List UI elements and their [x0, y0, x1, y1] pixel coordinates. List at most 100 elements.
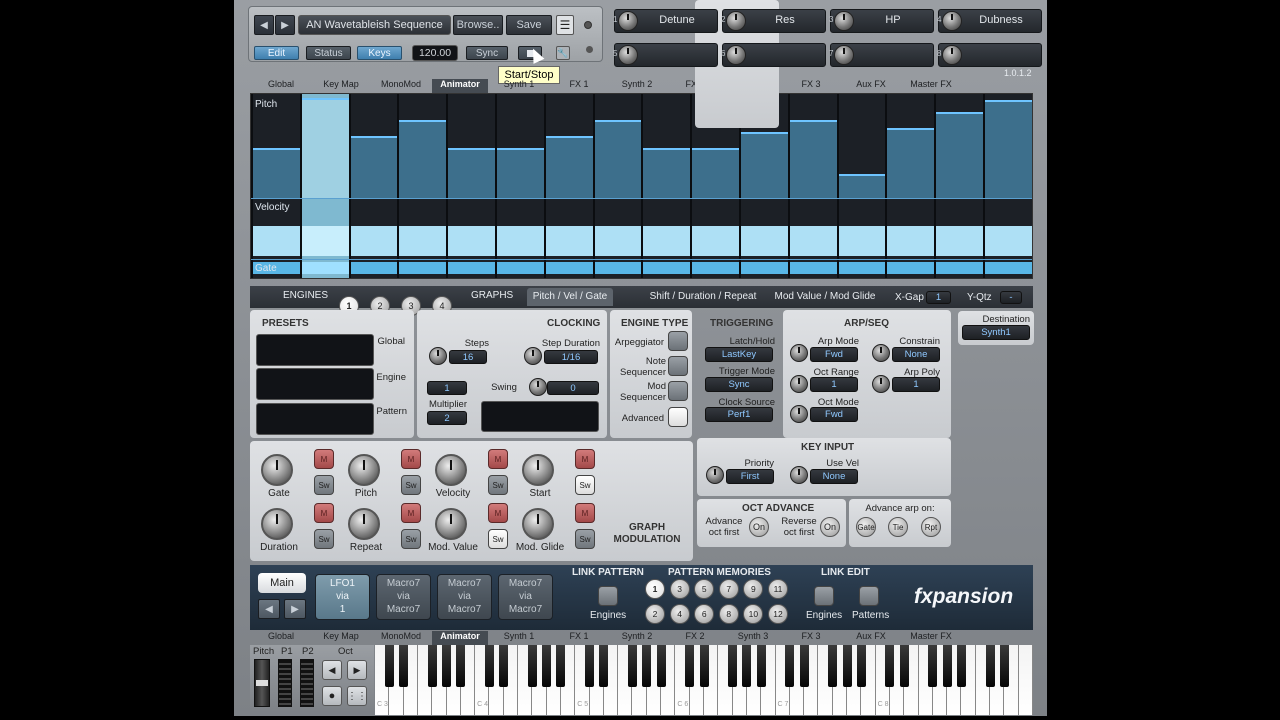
macro-knob[interactable]: [618, 45, 638, 65]
pattern-memory-1-button[interactable]: 1: [645, 579, 665, 599]
save-button[interactable]: Save: [506, 15, 552, 35]
pattern-preset-slot[interactable]: [256, 403, 374, 435]
black-key[interactable]: [642, 645, 652, 687]
tab-animator[interactable]: Animator: [432, 79, 488, 93]
arp-mode-knob[interactable]: [790, 344, 808, 362]
advance-on-gate-button[interactable]: Gate: [856, 517, 876, 537]
macro-knob[interactable]: [942, 11, 962, 31]
arp-poly-select[interactable]: 1: [892, 377, 940, 392]
use-vel-knob[interactable]: [790, 466, 808, 484]
black-key[interactable]: [956, 645, 966, 687]
black-key[interactable]: [627, 645, 637, 687]
oct-mode-select[interactable]: Fwd: [810, 407, 858, 422]
macro-knob[interactable]: [834, 11, 854, 31]
black-key[interactable]: [999, 645, 1009, 687]
use-vel-select[interactable]: None: [810, 469, 858, 484]
prev-preset-button[interactable]: ◀: [254, 15, 274, 35]
black-key[interactable]: [928, 645, 938, 687]
edit-button[interactable]: Edit: [254, 46, 299, 60]
preset-name-display[interactable]: AN Wavetableish Sequence: [298, 15, 451, 35]
black-key[interactable]: [828, 645, 838, 687]
graph-tab[interactable]: Pitch / Vel / Gate: [527, 288, 613, 306]
oct-up-button[interactable]: ▶: [347, 660, 367, 680]
black-key[interactable]: [699, 645, 709, 687]
mod-sw-button[interactable]: Sw: [488, 475, 508, 495]
yqtz-select[interactable]: -: [1000, 291, 1022, 304]
graph-step[interactable]: [253, 94, 300, 278]
mod-sw-button[interactable]: Sw: [575, 529, 595, 549]
tab-monomod[interactable]: MonoMod: [370, 631, 432, 645]
mod-sequencer-toggle[interactable]: [668, 381, 688, 401]
black-key[interactable]: [399, 645, 409, 687]
mod-m-button[interactable]: M: [575, 503, 595, 523]
graph-step[interactable]: [789, 94, 837, 278]
black-key[interactable]: [942, 645, 952, 687]
tab-fx-3[interactable]: FX 3: [782, 631, 840, 645]
browse-button[interactable]: Browse..: [453, 15, 503, 35]
graph-mod-knob[interactable]: [435, 454, 467, 486]
mod-slot[interactable]: Macro7 via Macro7: [376, 574, 431, 620]
tab-synth-2[interactable]: Synth 2: [608, 79, 666, 93]
tab-synth-1[interactable]: Synth 1: [488, 631, 550, 645]
tab-synth-1[interactable]: Synth 1: [488, 79, 550, 93]
tab-key-map[interactable]: Key Map: [312, 631, 370, 645]
sync-button[interactable]: Sync: [466, 46, 508, 60]
swing-knob[interactable]: [529, 378, 547, 396]
step-duration-select[interactable]: 1/16: [544, 350, 598, 364]
multiplier-select[interactable]: 2: [427, 411, 467, 425]
graph-step[interactable]: [936, 94, 983, 278]
graph-mod-knob[interactable]: [261, 454, 293, 486]
grid-icon[interactable]: ⋮⋮: [347, 686, 367, 706]
tab-fx-1[interactable]: FX 1: [550, 631, 608, 645]
graph-step[interactable]: [594, 94, 642, 278]
main-button[interactable]: Main: [258, 573, 306, 593]
mod-sw-button[interactable]: Sw: [314, 529, 334, 549]
arp-poly-knob[interactable]: [872, 375, 890, 393]
tab-global[interactable]: Global: [250, 79, 312, 93]
oct-mode-knob[interactable]: [790, 405, 808, 423]
pattern-memory-7-button[interactable]: 7: [718, 579, 739, 599]
black-key[interactable]: [756, 645, 766, 687]
black-key[interactable]: [885, 645, 895, 687]
link-edit-engines-button[interactable]: [814, 586, 834, 606]
mod-m-button[interactable]: M: [488, 503, 508, 523]
tab-synth-2[interactable]: Synth 2: [608, 631, 666, 645]
pattern-memory-2-button[interactable]: 2: [645, 604, 665, 624]
black-key[interactable]: [656, 645, 666, 687]
black-key[interactable]: [499, 645, 509, 687]
mod-sw-button[interactable]: Sw: [401, 475, 421, 495]
black-key[interactable]: [899, 645, 909, 687]
black-key[interactable]: [427, 645, 437, 687]
graph-step[interactable]: [838, 94, 886, 278]
advance-on-repeat-button[interactable]: Rpt: [921, 517, 941, 537]
link-pattern-engines-button[interactable]: [598, 586, 618, 606]
advance-on-tie-button[interactable]: Tie: [888, 517, 908, 537]
step-graph[interactable]: Pitch Velocity Gate: [250, 93, 1033, 279]
advance-oct-first-button[interactable]: On: [749, 517, 769, 537]
footer-prev-button[interactable]: ◀: [258, 599, 280, 619]
priority-knob[interactable]: [706, 466, 724, 484]
swing-value[interactable]: 0: [547, 381, 599, 395]
graph-mod-knob[interactable]: [348, 454, 380, 486]
black-key[interactable]: [442, 645, 452, 687]
tempo-display[interactable]: 120.00: [412, 45, 458, 61]
macro-knob[interactable]: [726, 45, 746, 65]
graph-step[interactable]: [448, 94, 495, 278]
steps-knob[interactable]: [429, 347, 447, 365]
black-key[interactable]: [799, 645, 809, 687]
black-key[interactable]: [685, 645, 695, 687]
mod-m-button[interactable]: M: [488, 449, 508, 469]
multiplier-a-select[interactable]: 1: [427, 381, 467, 395]
black-key[interactable]: [985, 645, 995, 687]
black-key[interactable]: [456, 645, 466, 687]
status-button[interactable]: Status: [306, 46, 351, 60]
graph-mod-knob[interactable]: [522, 454, 554, 486]
mod-slot[interactable]: Macro7 via Macro7: [498, 574, 553, 620]
record-icon[interactable]: ●: [322, 686, 342, 706]
black-key[interactable]: [742, 645, 752, 687]
graph-step[interactable]: [350, 94, 398, 278]
tab-fx-3[interactable]: FX 3: [782, 79, 840, 93]
graph-tab[interactable]: Mod Value / Mod Glide: [768, 288, 882, 306]
priority-select[interactable]: First: [726, 469, 774, 484]
oct-range-knob[interactable]: [790, 375, 808, 393]
